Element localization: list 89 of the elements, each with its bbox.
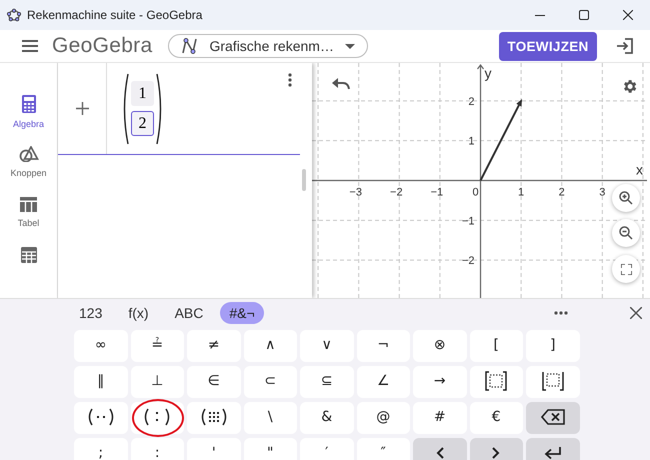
backspace-key[interactable] bbox=[526, 402, 580, 434]
matrix-template-key[interactable] bbox=[526, 366, 580, 398]
more-options-icon[interactable] bbox=[288, 73, 292, 87]
keyboard-key[interactable]: ‖ bbox=[74, 366, 128, 398]
keyboard-key[interactable]: " bbox=[244, 438, 297, 460]
keyboard-tab[interactable]: #&¬ bbox=[220, 302, 264, 324]
matrix-template-key[interactable] bbox=[470, 366, 523, 398]
plus-icon[interactable] bbox=[76, 102, 88, 115]
sidebar-item[interactable]: Knoppen bbox=[2, 146, 56, 196]
keyboard-key[interactable]: ] bbox=[526, 330, 580, 362]
x-tick-label: −2 bbox=[390, 186, 403, 198]
fullscreen-icon bbox=[620, 264, 632, 274]
keyboard-tab[interactable]: f(x) bbox=[119, 302, 158, 324]
close-icon[interactable] bbox=[623, 10, 633, 20]
scrollbar[interactable] bbox=[302, 169, 306, 191]
keyboard-key[interactable]: ≠ bbox=[187, 330, 240, 362]
keyboard-key[interactable]: € bbox=[470, 402, 523, 434]
keyboard-key[interactable]: ⊗ bbox=[413, 330, 466, 362]
column-vector-template-icon bbox=[143, 406, 172, 426]
y-tick-label: 1 bbox=[468, 136, 475, 148]
x-tick-label: 0 bbox=[472, 186, 479, 198]
keyboard-key[interactable]: ∨ bbox=[300, 330, 354, 362]
keyboard-tab[interactable]: 123 bbox=[70, 302, 112, 324]
keyboard-key[interactable]: [ bbox=[470, 330, 523, 362]
zoom-in-icon bbox=[619, 191, 633, 205]
more-options-icon[interactable] bbox=[554, 311, 568, 315]
window-title: Rekenmachine suite - GeoGebra bbox=[27, 8, 204, 22]
keyboard-key[interactable]: ' bbox=[187, 438, 240, 460]
y-tick-label: −2 bbox=[462, 255, 475, 268]
matrix-cell[interactable]: 1 bbox=[131, 81, 154, 106]
backspace-icon bbox=[540, 408, 565, 424]
sidebar-item[interactable]: Algebra bbox=[2, 95, 56, 146]
keyboard-key[interactable]: ′ bbox=[300, 438, 354, 460]
point-template-key[interactable] bbox=[74, 402, 128, 434]
keyboard-key[interactable]: & bbox=[300, 402, 354, 434]
x-tick-label: 1 bbox=[518, 186, 524, 198]
zoom-out-icon bbox=[619, 226, 633, 240]
matrix-template-icon bbox=[200, 406, 228, 426]
x-axis-label: x bbox=[636, 162, 643, 178]
keyboard-key[interactable]: ∈ bbox=[187, 366, 240, 398]
calculator-icon bbox=[22, 95, 36, 113]
keyboard-key[interactable]: ; bbox=[74, 438, 128, 460]
matrix-template-key[interactable] bbox=[187, 402, 240, 434]
keyboard-key[interactable]: ∞ bbox=[74, 330, 128, 362]
assign-button[interactable]: TOEWIJZEN bbox=[499, 32, 597, 60]
keyboard-key[interactable]: ≟ bbox=[130, 330, 184, 362]
app-logo-icon bbox=[7, 8, 21, 22]
keyboard-key[interactable]: ∠ bbox=[356, 366, 410, 398]
app-selector[interactable]: Grafische rekenm… bbox=[168, 34, 368, 58]
keyboard-key[interactable]: → bbox=[413, 366, 466, 398]
table-icon bbox=[20, 196, 37, 212]
x-tick-label: 2 bbox=[558, 186, 565, 198]
x-tick-label: 3 bbox=[599, 186, 606, 198]
app-logo: GeoGebra bbox=[52, 34, 152, 58]
close-icon[interactable] bbox=[630, 307, 642, 319]
keyboard-key[interactable]: ⊂ bbox=[244, 366, 297, 398]
keyboard-tab[interactable]: ABC bbox=[166, 302, 212, 324]
keyboard-key[interactable]: \ bbox=[244, 402, 297, 434]
keyboard-key[interactable]: ⊆ bbox=[300, 366, 354, 398]
keyboard-key[interactable]: # bbox=[413, 402, 466, 434]
sidebar-item[interactable]: Tabel bbox=[2, 196, 56, 248]
shapes-icon bbox=[18, 146, 38, 162]
keyboard-key[interactable]: : bbox=[130, 438, 184, 460]
undo-icon[interactable] bbox=[332, 78, 350, 90]
spreadsheet-icon bbox=[20, 247, 36, 264]
matrix-cell[interactable]: 2 bbox=[131, 111, 154, 136]
keyboard-key[interactable]: ¬ bbox=[356, 330, 410, 362]
keyboard-key[interactable]: ⊥ bbox=[130, 366, 184, 398]
graph-curve-icon bbox=[181, 37, 200, 55]
y-axis-label: y bbox=[484, 65, 492, 81]
y-tick-label: 2 bbox=[468, 96, 475, 108]
point-template-icon bbox=[86, 406, 115, 426]
menu-icon[interactable] bbox=[22, 40, 38, 52]
x-tick-label: −1 bbox=[430, 186, 444, 198]
settings-icon[interactable] bbox=[621, 78, 638, 95]
x-tick-label: −3 bbox=[349, 186, 362, 198]
keyboard-key[interactable]: @ bbox=[356, 402, 410, 434]
maximize-icon[interactable] bbox=[579, 10, 589, 20]
keyboard-key[interactable]: ∧ bbox=[244, 330, 297, 362]
fullscreen-button[interactable] bbox=[612, 255, 640, 283]
matrix-template-icon bbox=[542, 370, 564, 390]
zoom-in-button[interactable] bbox=[612, 184, 640, 212]
zoom-out-button[interactable] bbox=[612, 219, 640, 247]
y-tick-label: −1 bbox=[462, 215, 475, 228]
sign-in-icon[interactable] bbox=[616, 38, 634, 54]
matrix-template-icon bbox=[485, 370, 508, 390]
enter-icon bbox=[544, 446, 562, 458]
keyboard-key[interactable]: ″ bbox=[356, 438, 410, 460]
caret-icon bbox=[345, 44, 356, 48]
